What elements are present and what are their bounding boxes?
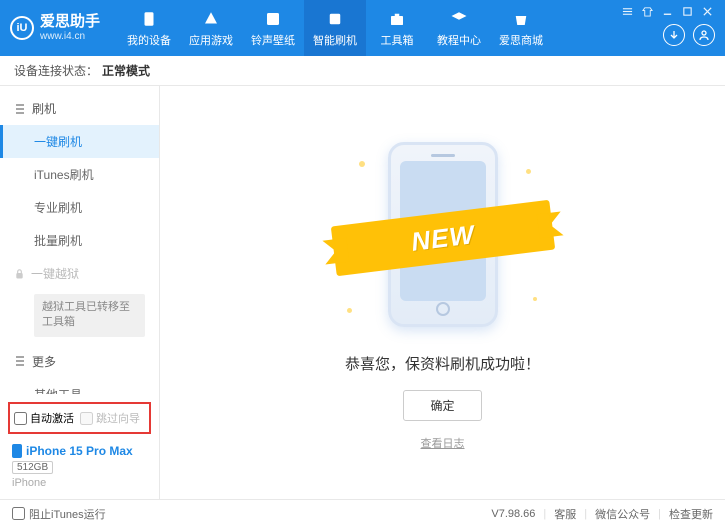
ringtone-icon	[263, 9, 283, 29]
sidebar-group-more[interactable]: 更多	[0, 345, 159, 378]
collapse-icon	[14, 103, 26, 115]
group-label: 更多	[32, 353, 56, 370]
auto-activate-input[interactable]	[14, 412, 27, 425]
minimize-button[interactable]	[659, 4, 675, 18]
group-label: 刷机	[32, 100, 56, 117]
store-icon	[511, 9, 531, 29]
checkbox-label: 自动激活	[30, 410, 74, 426]
nav-label: 教程中心	[437, 32, 481, 48]
version-text: V7.98.66	[491, 508, 535, 520]
brand-url: www.i4.cn	[40, 31, 100, 42]
device-info: iPhone 15 Pro Max 512GB iPhone	[8, 442, 151, 491]
group-label: 一键越狱	[31, 265, 79, 282]
nav-ringtones[interactable]: 铃声壁纸	[242, 0, 304, 56]
window-controls	[619, 0, 715, 18]
block-itunes-input[interactable]	[12, 507, 25, 520]
close-button[interactable]	[699, 4, 715, 18]
nav-label: 智能刷机	[313, 32, 357, 48]
maximize-button[interactable]	[679, 4, 695, 18]
main-content: NEW 恭喜您，保资料刷机成功啦！ 确定 查看日志	[160, 86, 725, 499]
auto-activate-checkbox[interactable]: 自动激活	[14, 410, 74, 426]
jailbreak-note[interactable]: 越狱工具已转移至工具箱	[34, 294, 145, 337]
sidebar-item-batch[interactable]: 批量刷机	[0, 224, 159, 257]
footer-wechat[interactable]: 微信公众号	[595, 506, 650, 522]
sidebar-group-jailbreak: 一键越狱	[0, 257, 159, 290]
top-nav: 我的设备 应用游戏 铃声壁纸 智能刷机 工具箱 教程中心 爱思商城	[118, 0, 552, 56]
checkbox-label: 跳过向导	[96, 410, 140, 426]
ribbon-text: NEW	[409, 218, 476, 257]
device-icon	[139, 9, 159, 29]
nav-apps-games[interactable]: 应用游戏	[180, 0, 242, 56]
nav-my-device[interactable]: 我的设备	[118, 0, 180, 56]
nav-label: 爱思商城	[499, 32, 543, 48]
success-illustration: NEW	[333, 135, 553, 335]
apps-icon	[201, 9, 221, 29]
status-bar: 设备连接状态： 正常模式	[0, 56, 725, 86]
user-button[interactable]	[693, 24, 715, 46]
sidebar-item-pro[interactable]: 专业刷机	[0, 191, 159, 224]
nav-store[interactable]: 爱思商城	[490, 0, 552, 56]
view-log-link[interactable]: 查看日志	[421, 435, 465, 451]
menu-button[interactable]	[619, 4, 635, 18]
device-type: iPhone	[12, 477, 147, 489]
skin-button[interactable]	[639, 4, 655, 18]
brand-title: 爱思助手	[40, 14, 100, 31]
skip-setup-checkbox: 跳过向导	[80, 410, 140, 426]
sidebar: 刷机 一键刷机 iTunes刷机 专业刷机 批量刷机 一键越狱 越狱工具已转移至…	[0, 86, 160, 499]
app-header: iU 爱思助手 www.i4.cn 我的设备 应用游戏 铃声壁纸 智能刷机 工具…	[0, 0, 725, 56]
toolbox-icon	[387, 9, 407, 29]
ok-button[interactable]: 确定	[403, 390, 481, 421]
sidebar-group-flash[interactable]: 刷机	[0, 92, 159, 125]
nav-label: 我的设备	[127, 32, 171, 48]
skip-setup-input	[80, 412, 93, 425]
logo-icon: iU	[10, 16, 34, 40]
nav-label: 应用游戏	[189, 32, 233, 48]
flash-icon	[325, 9, 345, 29]
block-itunes-checkbox[interactable]: 阻止iTunes运行	[12, 506, 106, 522]
device-name[interactable]: iPhone 15 Pro Max	[12, 444, 147, 458]
sidebar-options-highlight: 自动激活 跳过向导	[8, 402, 151, 434]
status-value: 正常模式	[102, 62, 150, 79]
nav-tutorials[interactable]: 教程中心	[428, 0, 490, 56]
app-logo: iU 爱思助手 www.i4.cn	[10, 14, 118, 42]
nav-toolbox[interactable]: 工具箱	[366, 0, 428, 56]
nav-smart-flash[interactable]: 智能刷机	[304, 0, 366, 56]
footer-service[interactable]: 客服	[554, 506, 576, 522]
sidebar-item-oneclick[interactable]: 一键刷机	[0, 125, 159, 158]
tutorial-icon	[449, 9, 469, 29]
download-button[interactable]	[663, 24, 685, 46]
sidebar-item-other[interactable]: 其他工具	[0, 378, 159, 394]
checkbox-label: 阻止iTunes运行	[29, 506, 106, 522]
collapse-icon	[14, 355, 26, 367]
success-message: 恭喜您，保资料刷机成功啦！	[345, 353, 540, 374]
phone-icon	[12, 444, 22, 458]
footer: 阻止iTunes运行 V7.98.66 | 客服 | 微信公众号 | 检查更新	[0, 499, 725, 527]
lock-icon	[14, 268, 25, 279]
nav-label: 铃声壁纸	[251, 32, 295, 48]
nav-label: 工具箱	[381, 32, 414, 48]
sidebar-item-itunes[interactable]: iTunes刷机	[0, 158, 159, 191]
device-storage: 512GB	[12, 461, 53, 474]
footer-update[interactable]: 检查更新	[669, 506, 713, 522]
status-label: 设备连接状态：	[14, 62, 98, 79]
